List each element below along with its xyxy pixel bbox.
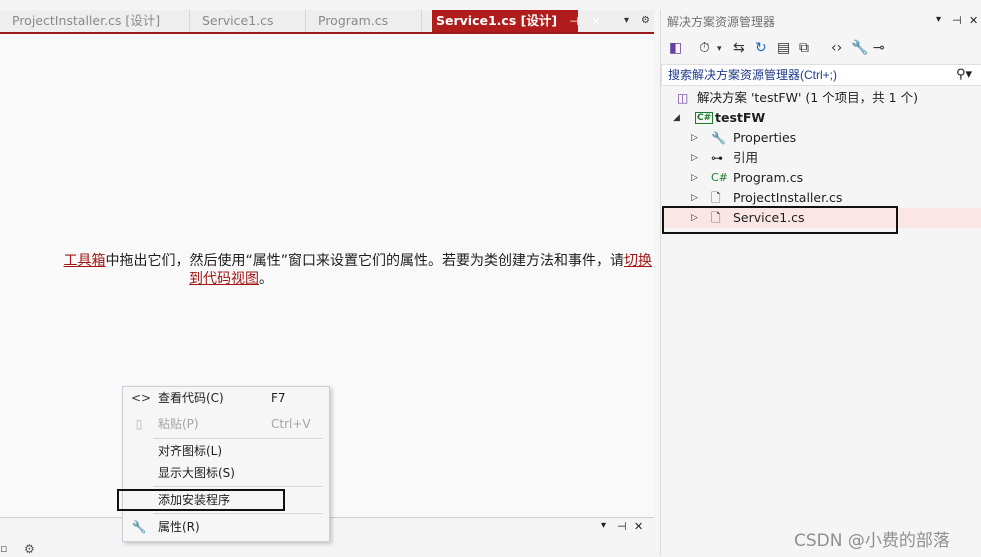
- gear-icon[interactable]: ⚙: [24, 542, 35, 556]
- references-icon: ⊶: [711, 151, 723, 165]
- component-file-icon: 🗋: [711, 191, 721, 205]
- menu-item-shortcut: Ctrl+V: [271, 417, 311, 431]
- tree-item-label: ProjectInstaller.cs: [733, 190, 843, 205]
- project-node[interactable]: ◢ C# testFW: [661, 108, 981, 128]
- highlight-box: [662, 206, 898, 234]
- close-icon[interactable]: ✕: [969, 14, 978, 27]
- collapse-all-icon[interactable]: ▤: [777, 40, 790, 56]
- tab-program[interactable]: Program.cs: [306, 10, 422, 32]
- document-tab-strip: ProjectInstaller.cs [设计] Service1.cs Pro…: [0, 10, 654, 34]
- solution-node[interactable]: ◫ 解决方案 'testFW' (1 个项目，共 1 个): [661, 88, 981, 108]
- tree-item-projectinstaller[interactable]: ▷ 🗋 ProjectInstaller.cs: [661, 188, 981, 208]
- menu-item-label: 查看代码(C): [158, 391, 224, 405]
- refresh-icon[interactable]: ↻: [755, 40, 767, 56]
- settings-gear-icon[interactable]: ⚙: [641, 10, 650, 32]
- sync-icon[interactable]: ⇆: [733, 40, 745, 56]
- menu-item-paste[interactable]: ▯ 粘贴(P) Ctrl+V: [123, 413, 329, 435]
- show-all-files-icon[interactable]: ⧉: [799, 40, 809, 56]
- expand-arrow-icon[interactable]: ▷: [691, 188, 698, 208]
- menu-item-properties[interactable]: 🔧 属性(R): [123, 516, 329, 538]
- pin-icon[interactable]: ⊣: [569, 15, 579, 28]
- expand-arrow-icon[interactable]: ▷: [691, 128, 698, 148]
- tab-projectinstaller-design[interactable]: ProjectInstaller.cs [设计]: [0, 10, 190, 32]
- preview-icon[interactable]: ⊸: [873, 40, 885, 56]
- context-menu: <> 查看代码(C) F7 ▯ 粘贴(P) Ctrl+V 对齐图标(L) 显示大…: [117, 386, 330, 542]
- code-icon: <>: [131, 391, 152, 405]
- properties-wrench-icon[interactable]: 🔧: [851, 40, 868, 56]
- switch-views-icon[interactable]: ◧: [669, 40, 682, 56]
- tree-item-references[interactable]: ▷ ⊶ 引用: [661, 148, 981, 168]
- menu-item-show-large-icons[interactable]: 显示大图标(S): [123, 462, 329, 484]
- tree-item-properties[interactable]: ▷ 🔧 Properties: [661, 128, 981, 148]
- close-icon[interactable]: ✕: [634, 520, 643, 533]
- view-code-icon[interactable]: ‹›: [831, 40, 842, 56]
- tab-service1-design[interactable]: Service1.cs [设计] ⊣ ✕: [432, 10, 601, 32]
- pending-changes-icon[interactable]: ⏱: [699, 40, 710, 56]
- pin-icon[interactable]: ⊣: [952, 14, 962, 27]
- tab-label: ProjectInstaller.cs [设计]: [12, 13, 161, 28]
- csharp-icon: C#: [711, 171, 728, 184]
- menu-item-align-icons[interactable]: 对齐图标(L): [123, 440, 329, 462]
- search-input[interactable]: [668, 67, 948, 83]
- menu-separator: [153, 486, 323, 487]
- tree-item-label: Properties: [733, 130, 797, 145]
- wrench-icon: 🔧: [711, 131, 726, 145]
- expand-arrow-icon[interactable]: ▷: [691, 148, 698, 168]
- menu-item-shortcut: F7: [271, 391, 286, 405]
- wrench-icon: 🔧: [131, 520, 147, 534]
- solution-explorer-panel: 解决方案资源管理器 ▾ ⊣ ✕ ◧ ⏱ ▾ ⇆ ↻ ▤ ⧉ ‹› 🔧 ⊸ ⚲▾ …: [660, 10, 981, 556]
- close-icon[interactable]: ✕: [591, 15, 600, 28]
- chevron-down-icon[interactable]: ▾: [717, 44, 722, 54]
- menu-item-view-code[interactable]: <> 查看代码(C) F7: [123, 387, 329, 409]
- solution-label: 解决方案 'testFW' (1 个项目，共 1 个): [697, 90, 918, 105]
- solution-icon: ◫: [677, 91, 689, 105]
- search-icon[interactable]: ⚲▾: [956, 67, 972, 82]
- solution-explorer-toolbar: ◧ ⏱ ▾ ⇆ ↻ ▤ ⧉ ‹› 🔧 ⊸: [661, 36, 981, 62]
- watermark: CSDN @小费的部落: [794, 531, 950, 551]
- tab-label: Service1.cs [设计]: [436, 13, 558, 28]
- dropdown-icon[interactable]: ▾: [936, 14, 941, 25]
- project-label: testFW: [715, 110, 766, 125]
- csharp-project-icon: C#: [695, 112, 714, 124]
- menu-item-label: 粘贴(P): [158, 417, 199, 431]
- dropdown-icon[interactable]: ▾: [601, 520, 606, 531]
- menu-item-label: 显示大图标(S): [158, 466, 235, 480]
- tab-label: Service1.cs: [202, 13, 274, 28]
- menu-separator: [153, 438, 323, 439]
- highlight-box: [117, 489, 285, 511]
- solution-explorer-search[interactable]: ⚲▾: [661, 64, 981, 86]
- designer-hint-text: 工具箱中拖出它们，然后使用“属性”窗口来设置它们的属性。若要为类创建方法和事件，…: [0, 252, 652, 288]
- menu-item-label: 对齐图标(L): [158, 444, 223, 458]
- switch-to-code-link-cont[interactable]: 到代码视图: [189, 271, 259, 287]
- component-icon[interactable]: ▫: [0, 542, 7, 555]
- tree-item-program[interactable]: ▷ C# Program.cs: [661, 168, 981, 188]
- panel-title: 解决方案资源管理器: [667, 15, 776, 29]
- tab-label: Program.cs: [318, 13, 389, 28]
- menu-item-label: 属性(R): [158, 520, 200, 534]
- tree-item-label: 引用: [733, 150, 759, 165]
- clipboard-icon: ▯: [135, 417, 143, 431]
- hint-body: 中拖出它们，然后使用“属性”窗口来设置它们的属性。若要为类创建方法和事件，请: [105, 253, 624, 269]
- tab-overflow-dropdown-icon[interactable]: ▾: [624, 10, 629, 32]
- pin-icon[interactable]: ⊣: [617, 520, 627, 533]
- expand-arrow-icon[interactable]: ◢: [673, 108, 680, 128]
- hint-end: 。: [259, 271, 273, 287]
- tree-item-label: Program.cs: [733, 170, 804, 185]
- menu-separator: [153, 513, 323, 514]
- expand-arrow-icon[interactable]: ▷: [691, 168, 698, 188]
- tab-service1-code[interactable]: Service1.cs: [190, 10, 306, 32]
- switch-to-code-link[interactable]: 切换: [624, 253, 652, 269]
- toolbox-link[interactable]: 工具箱: [63, 253, 105, 269]
